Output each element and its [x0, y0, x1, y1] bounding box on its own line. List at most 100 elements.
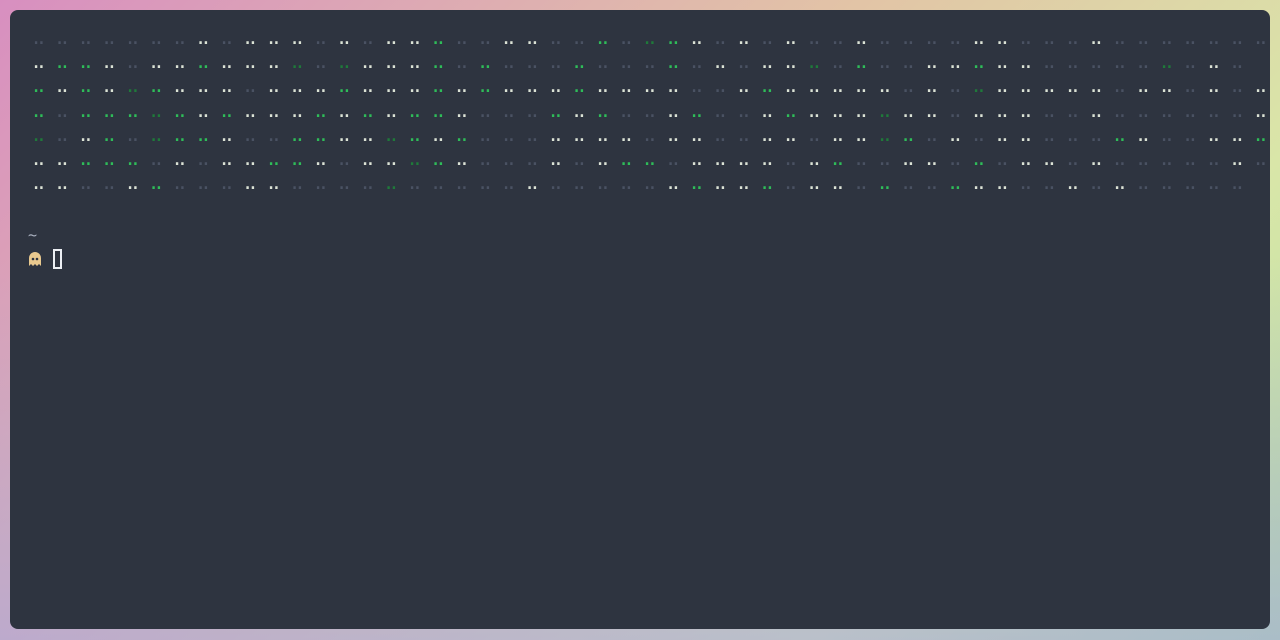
glyph-cell: ꓺ	[902, 76, 914, 98]
glyph-cell: ꓺ	[1231, 173, 1243, 195]
glyph-cell: ꓺ	[291, 100, 303, 122]
glyph-cell: ꓺ	[456, 100, 468, 122]
matrix-glyph-grid: ꓺꓺꓺꓺꓺꓺꓺꓺꓺꓺꓺꓺꓺꓺꓺꓺꓺꓺꓺꓺꓺꓺꓺꓺꓺꓺꓺꓺꓺꓺꓺꓺꓺꓺꓺꓺꓺꓺꓺꓺ…	[27, 27, 1270, 196]
glyph-cell: ꓺ	[503, 100, 515, 122]
glyph-cell: ꓺ	[244, 173, 256, 195]
glyph-cell: ꓺ	[1067, 28, 1079, 49]
glyph-cell: ꓺ	[926, 28, 938, 49]
glyph-cell: ꓺ	[1067, 124, 1079, 146]
glyph-cell: ꓺ	[409, 148, 421, 170]
glyph-cell: ꓺ	[456, 76, 468, 98]
glyph-cell: ꓺ	[785, 52, 797, 74]
glyph-cell: ꓺ	[409, 173, 421, 195]
glyph-cell: ꓺ	[526, 148, 538, 170]
glyph-cell: ꓺ	[362, 148, 374, 170]
glyph-cell: ꓺ	[244, 124, 256, 146]
glyph-cell: ꓺ	[996, 124, 1008, 146]
glyph-cell: ꓺ	[1114, 100, 1126, 122]
glyph-cell: ꓺ	[315, 76, 327, 98]
glyph-cell: ꓺ	[56, 148, 68, 170]
glyph-cell: ꓺ	[291, 148, 303, 170]
glyph-cell: ꓺ	[197, 173, 209, 195]
glyph-cell: ꓺ	[1043, 28, 1055, 49]
glyph-cell: ꓺ	[902, 148, 914, 170]
glyph-cell: ꓺ	[808, 28, 820, 49]
glyph-cell: ꓺ	[1161, 100, 1173, 122]
glyph-cell: ꓺ	[832, 124, 844, 146]
terminal-window[interactable]: ꓺꓺꓺꓺꓺꓺꓺꓺꓺꓺꓺꓺꓺꓺꓺꓺꓺꓺꓺꓺꓺꓺꓺꓺꓺꓺꓺꓺꓺꓺꓺꓺꓺꓺꓺꓺꓺꓺꓺꓺ…	[10, 10, 1270, 629]
glyph-cell: ꓺ	[385, 173, 397, 195]
glyph-cell: ꓺ	[385, 100, 397, 122]
glyph-cell: ꓺ	[456, 148, 468, 170]
glyph-cell: ꓺ	[80, 76, 92, 98]
glyph-cell: ꓺ	[103, 100, 115, 122]
glyph-cell: ꓺ	[1114, 148, 1126, 170]
glyph-cell: ꓺ	[56, 76, 68, 98]
glyph-cell: ꓺ	[1208, 76, 1220, 98]
glyph-cell: ꓺ	[1137, 52, 1149, 74]
glyph-cell: ꓺ	[973, 100, 985, 122]
glyph-cell: ꓺ	[832, 100, 844, 122]
glyph-cell: ꓺ	[244, 76, 256, 98]
glyph-cell: ꓺ	[691, 148, 703, 170]
glyph-cell: ꓺ	[597, 76, 609, 98]
glyph-cell: ꓺ	[785, 28, 797, 49]
glyph-cell: ꓺ	[80, 100, 92, 122]
glyph-cell: ꓺ	[738, 76, 750, 98]
glyph-cell: ꓺ	[620, 100, 632, 122]
prompt-line[interactable]	[27, 246, 62, 272]
glyph-cell: ꓺ	[1208, 52, 1220, 74]
glyph-cell: ꓺ	[1161, 148, 1173, 170]
glyph-cell: ꓺ	[1255, 100, 1267, 122]
glyph-cell: ꓺ	[291, 124, 303, 146]
glyph-cell: ꓺ	[33, 76, 45, 98]
glyph-cell: ꓺ	[362, 124, 374, 146]
glyph-cell: ꓺ	[1090, 100, 1102, 122]
glyph-cell: ꓺ	[362, 52, 374, 74]
glyph-cell: ꓺ	[268, 28, 280, 49]
glyph-cell: ꓺ	[667, 100, 679, 122]
glyph-cell: ꓺ	[362, 173, 374, 195]
glyph-cell: ꓺ	[409, 76, 421, 98]
glyph-cell: ꓺ	[127, 124, 139, 146]
glyph-cell: ꓺ	[1208, 148, 1220, 170]
glyph-cell: ꓺ	[503, 148, 515, 170]
glyph-cell: ꓺ	[479, 100, 491, 122]
glyph-cell: ꓺ	[1184, 124, 1196, 146]
glyph-cell: ꓺ	[949, 52, 961, 74]
glyph-cell: ꓺ	[479, 148, 491, 170]
glyph-cell: ꓺ	[1067, 173, 1079, 195]
glyph-cell: ꓺ	[597, 173, 609, 195]
glyph-cell: ꓺ	[150, 148, 162, 170]
glyph-cell: ꓺ	[362, 100, 374, 122]
glyph-cell: ꓺ	[1114, 76, 1126, 98]
glyph-cell: ꓺ	[1231, 28, 1243, 49]
glyph-cell: ꓺ	[80, 173, 92, 195]
glyph-cell: ꓺ	[691, 124, 703, 146]
glyph-cell: ꓺ	[761, 52, 773, 74]
glyph-cell: ꓺ	[33, 100, 45, 122]
glyph-cell: ꓺ	[973, 76, 985, 98]
glyph-cell: ꓺ	[550, 173, 562, 195]
glyph-cell: ꓺ	[503, 173, 515, 195]
glyph-cell: ꓺ	[197, 28, 209, 49]
glyph-cell: ꓺ	[174, 76, 186, 98]
glyph-cell: ꓺ	[644, 28, 656, 49]
glyph-cell: ꓺ	[714, 124, 726, 146]
glyph-cell: ꓺ	[56, 100, 68, 122]
glyph-cell: ꓺ	[832, 28, 844, 49]
glyph-cell: ꓺ	[56, 52, 68, 74]
glyph-cell: ꓺ	[926, 173, 938, 195]
glyph-cell: ꓺ	[1208, 173, 1220, 195]
glyph-cell: ꓺ	[174, 28, 186, 49]
glyph-cell: ꓺ	[150, 76, 162, 98]
glyph-cell: ꓺ	[1184, 52, 1196, 74]
glyph-cell: ꓺ	[291, 28, 303, 49]
glyph-cell: ꓺ	[855, 173, 867, 195]
glyph-cell: ꓺ	[221, 52, 233, 74]
glyph-cell: ꓺ	[33, 148, 45, 170]
glyph-cell: ꓺ	[385, 28, 397, 49]
ghost-icon	[29, 252, 41, 266]
glyph-cell: ꓺ	[526, 124, 538, 146]
glyph-cell: ꓺ	[644, 173, 656, 195]
